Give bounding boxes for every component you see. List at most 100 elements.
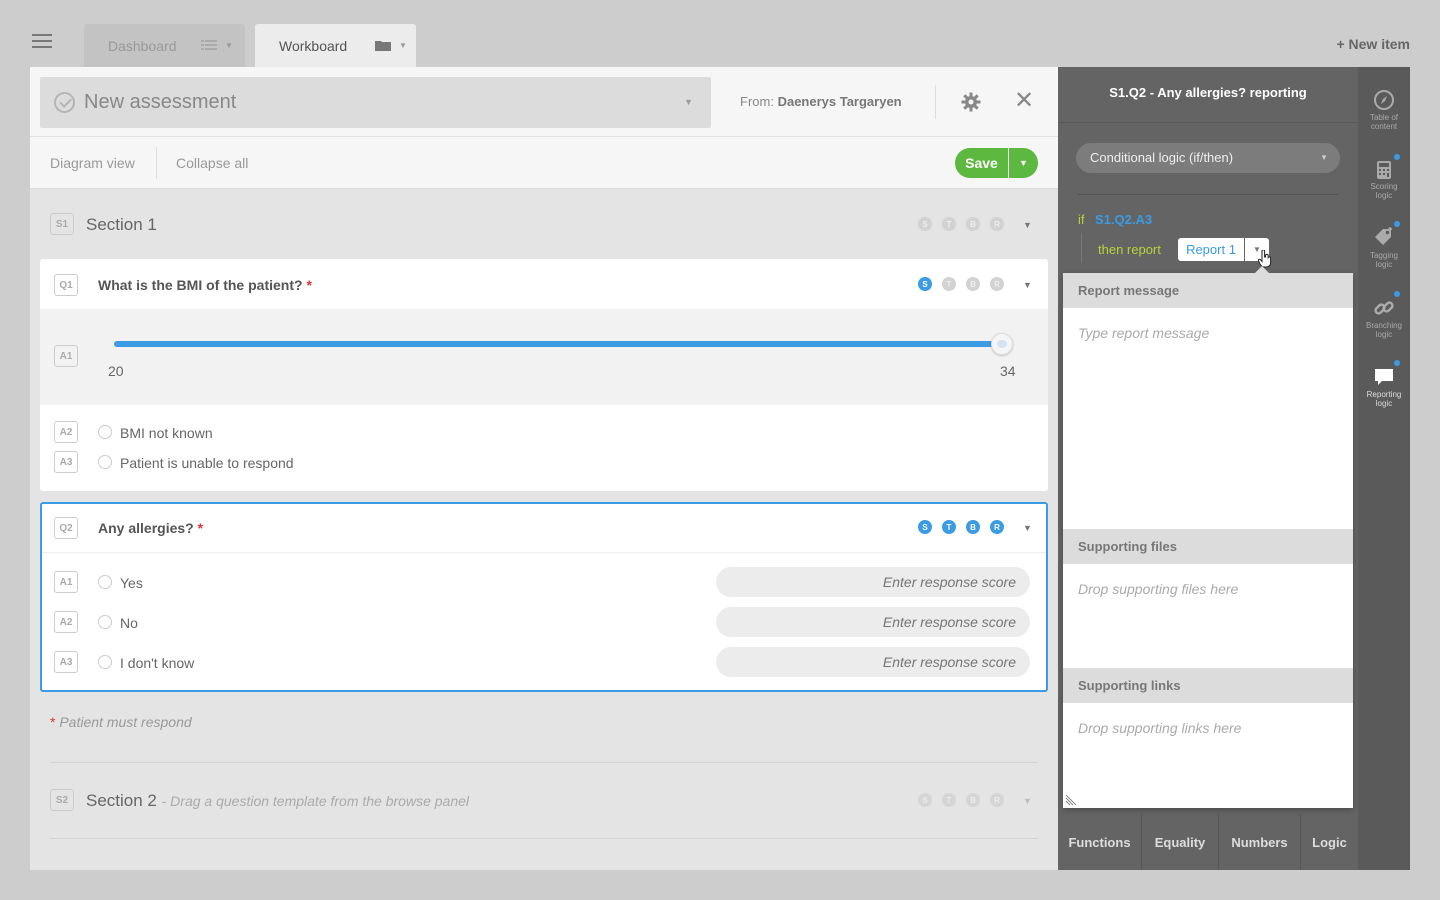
rail-branching-logic[interactable]: Branching logic — [1358, 291, 1410, 339]
from-info: From: Daenerys Targaryen — [740, 94, 902, 109]
section-title-text: Section 2 — [86, 791, 157, 810]
scoring-flag[interactable]: S — [918, 277, 932, 291]
assessment-header: New assessment ▼ From: Daenerys Targarye… — [30, 67, 1058, 137]
rail-label: Reporting logic — [1366, 390, 1402, 408]
reporting-flag[interactable]: R — [990, 277, 1004, 291]
reporting-flag[interactable]: R — [990, 520, 1004, 534]
branching-flag[interactable]: B — [966, 793, 980, 807]
chevron-down-icon: ▼ — [1320, 153, 1328, 162]
hamburger-menu-icon[interactable] — [32, 34, 52, 49]
response-score-input[interactable] — [716, 607, 1030, 637]
chevron-down-icon[interactable]: ▼ — [225, 41, 233, 50]
question-flags: S T B R — [918, 520, 1004, 534]
divider — [50, 838, 1038, 839]
answer-text: Yes — [120, 575, 143, 591]
supporting-files-header: Supporting files — [1063, 529, 1353, 564]
slider-handle[interactable] — [991, 333, 1013, 355]
tab-workboard[interactable]: Workboard ▼ — [255, 24, 416, 67]
collapse-all-button[interactable]: Collapse all — [176, 155, 248, 171]
diagram-view-button[interactable]: Diagram view — [50, 155, 135, 171]
question-badge: Q1 — [54, 274, 78, 296]
branching-flag[interactable]: B — [966, 217, 980, 231]
rail-scoring-logic[interactable]: Scoring logic — [1358, 154, 1410, 200]
if-keyword: if — [1078, 212, 1085, 227]
rail-table-of-content[interactable]: Table of content — [1358, 89, 1410, 131]
response-score-input[interactable] — [716, 567, 1030, 597]
folder-icon — [375, 41, 391, 51]
gear-icon[interactable] — [961, 92, 981, 112]
supporting-files-dropzone[interactable]: Drop supporting files here — [1078, 581, 1238, 597]
question-title: Any allergies? * — [98, 520, 203, 536]
reporting-flag[interactable]: R — [990, 217, 1004, 231]
question-text: What is the BMI of the patient? — [98, 277, 303, 293]
resize-handle-icon[interactable] — [1065, 794, 1077, 806]
reporting-logic-panel: S1.Q2 - Any allergies? reporting Conditi… — [1058, 67, 1358, 870]
branching-flag[interactable]: B — [966, 520, 980, 534]
slider-min-label: 20 — [108, 363, 124, 379]
scoring-flag[interactable]: S — [918, 793, 932, 807]
answer-badge: A1 — [54, 345, 78, 367]
status-dot — [1394, 360, 1400, 366]
chevron-down-icon[interactable]: ▼ — [1023, 796, 1032, 806]
tagging-flag[interactable]: T — [942, 277, 956, 291]
slider-track[interactable] — [114, 341, 1004, 347]
answer-radio[interactable] — [98, 615, 112, 629]
divider — [156, 147, 157, 179]
answer-text: I don't know — [120, 655, 195, 671]
divider — [50, 762, 1038, 763]
rail-reporting-logic[interactable]: Reporting logic — [1358, 360, 1410, 408]
scoring-flag[interactable]: S — [918, 520, 932, 534]
reporting-flag[interactable]: R — [990, 793, 1004, 807]
tab-logic[interactable]: Logic — [1301, 814, 1358, 870]
tab-dashboard[interactable]: Dashboard ▼ — [84, 24, 245, 67]
rail-label: Branching logic — [1365, 321, 1403, 339]
report-message-input[interactable]: Type report message — [1078, 325, 1209, 341]
chevron-down-icon[interactable]: ▼ — [1023, 220, 1032, 230]
report-select[interactable]: Report 1 — [1178, 238, 1244, 261]
scoring-flag[interactable]: S — [918, 217, 932, 231]
assessment-title-select[interactable]: New assessment ▼ — [40, 77, 711, 128]
divider — [1078, 194, 1338, 195]
calculator-icon — [1377, 161, 1391, 179]
check-circle-icon — [54, 92, 75, 113]
supporting-links-dropzone[interactable]: Drop supporting links here — [1078, 720, 1241, 736]
question-title: What is the BMI of the patient? * — [98, 277, 312, 293]
condition-reference[interactable]: S1.Q2.A3 — [1095, 212, 1152, 227]
rail-tagging-logic[interactable]: Tagging logic — [1358, 221, 1410, 269]
answer-radio[interactable] — [98, 575, 112, 589]
chevron-down-icon[interactable]: ▼ — [1023, 523, 1032, 533]
question-card[interactable]: Q1 What is the BMI of the patient? * S T… — [40, 259, 1048, 491]
question-card-selected[interactable]: Q2 Any allergies? * S T B R ▼ A1 Yes A2 … — [40, 502, 1048, 692]
divider — [935, 85, 936, 119]
chevron-down-icon[interactable]: ▼ — [1023, 280, 1032, 290]
logic-rail: Table of content Scoring logic Tagging logi… — [1358, 67, 1410, 870]
tagging-flag[interactable]: T — [942, 217, 956, 231]
assessment-editor: New assessment ▼ From: Daenerys Targarye… — [30, 67, 1058, 870]
new-item-button[interactable]: + New item — [1336, 36, 1410, 52]
answer-radio[interactable] — [98, 455, 112, 469]
chevron-down-icon[interactable]: ▼ — [399, 41, 407, 50]
question-text: Any allergies? — [98, 520, 194, 536]
editor-toolbar: Diagram view Collapse all Save ▼ — [30, 137, 1058, 189]
link-icon — [1374, 301, 1394, 315]
tab-equality[interactable]: Equality — [1142, 814, 1219, 870]
tagging-flag[interactable]: T — [942, 793, 956, 807]
from-label: From: — [740, 94, 774, 109]
assessment-title: New assessment — [84, 91, 237, 113]
chevron-down-icon: ▼ — [684, 97, 693, 107]
tagging-flag[interactable]: T — [942, 520, 956, 534]
tab-numbers[interactable]: Numbers — [1219, 814, 1301, 870]
logic-type-select[interactable]: Conditional logic (if/then) ▼ — [1076, 143, 1340, 173]
answer-radio[interactable] — [98, 655, 112, 669]
close-icon[interactable]: ✕ — [1014, 89, 1034, 113]
section-badge: S2 — [50, 789, 74, 811]
branching-flag[interactable]: B — [966, 277, 980, 291]
response-score-input[interactable] — [716, 647, 1030, 677]
from-name: Daenerys Targaryen — [777, 94, 902, 109]
section-title: Section 2 - Drag a question template fro… — [86, 791, 469, 811]
tab-functions[interactable]: Functions — [1058, 814, 1142, 870]
save-options-dropdown[interactable]: ▼ — [1009, 148, 1038, 178]
answer-radio[interactable] — [98, 425, 112, 439]
required-mark: * — [197, 520, 204, 536]
save-button[interactable]: Save — [955, 148, 1008, 178]
